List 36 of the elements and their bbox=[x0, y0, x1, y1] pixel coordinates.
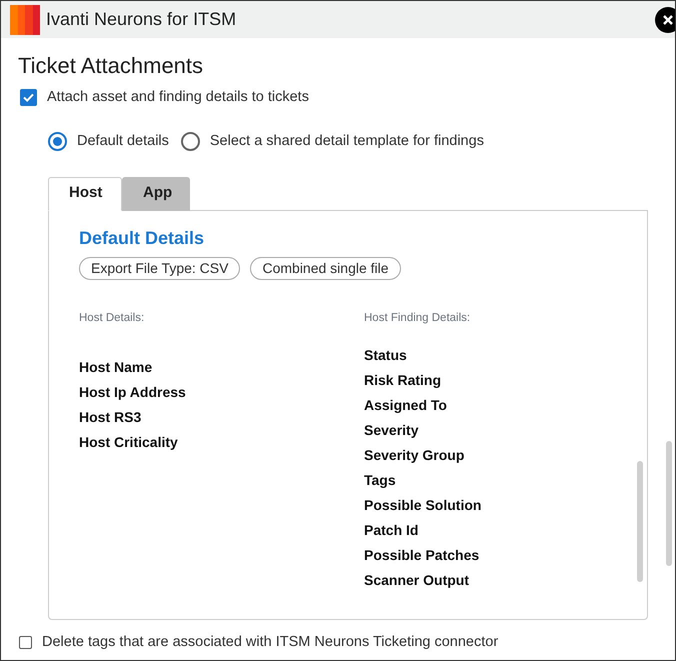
field-name: Host Criticality bbox=[79, 432, 178, 452]
checkbox[interactable] bbox=[19, 636, 32, 649]
tab[interactable]: Host bbox=[48, 176, 122, 210]
checkmark-icon bbox=[22, 91, 35, 104]
field-name: Host RS3 bbox=[79, 408, 142, 426]
field-name: Possible Patches bbox=[364, 546, 480, 564]
checkbox-label: Delete tags that are associated with ITSM Neurons Ticketing connector bbox=[42, 632, 498, 652]
field-name: Severity bbox=[364, 420, 418, 440]
column-label: Host Finding Details: bbox=[364, 310, 470, 324]
field-name: Assigned To bbox=[364, 396, 447, 415]
field-name: Risk Rating bbox=[364, 370, 442, 390]
radio-label: Select a shared detail template for findings bbox=[210, 132, 484, 151]
scrollbar-thumb[interactable] bbox=[666, 441, 672, 566]
info-chip: Export File Type: CSV bbox=[79, 256, 240, 280]
radio-button[interactable] bbox=[180, 132, 200, 152]
column-label: Host Details: bbox=[79, 310, 144, 324]
section-title: Ticket Attachments bbox=[18, 52, 204, 80]
checkbox-label: Attach asset and finding details to tickets bbox=[47, 88, 309, 107]
radio-label: Default details bbox=[77, 132, 169, 151]
field-name: Severity Group bbox=[364, 446, 464, 465]
field-name: Host Ip Address bbox=[79, 382, 186, 402]
panel-heading: Default Details bbox=[79, 226, 204, 248]
scrollbar-thumb[interactable] bbox=[637, 460, 643, 582]
field-name: Tags bbox=[364, 470, 396, 490]
checkbox[interactable] bbox=[20, 89, 37, 106]
field-name: Scanner Output bbox=[364, 570, 470, 590]
field-name: Possible Solution bbox=[364, 496, 482, 514]
field-name: Host Name bbox=[79, 358, 152, 376]
radio-button[interactable] bbox=[48, 132, 67, 152]
logo-icon bbox=[10, 4, 40, 34]
info-chip: Combined single file bbox=[250, 256, 401, 280]
tab[interactable]: App bbox=[122, 176, 190, 210]
close-glyph-icon bbox=[662, 14, 674, 26]
field-name: Patch Id bbox=[364, 520, 418, 540]
window-title: Ivanti Neurons for ITSM bbox=[46, 8, 236, 31]
field-name: Status bbox=[364, 346, 407, 364]
